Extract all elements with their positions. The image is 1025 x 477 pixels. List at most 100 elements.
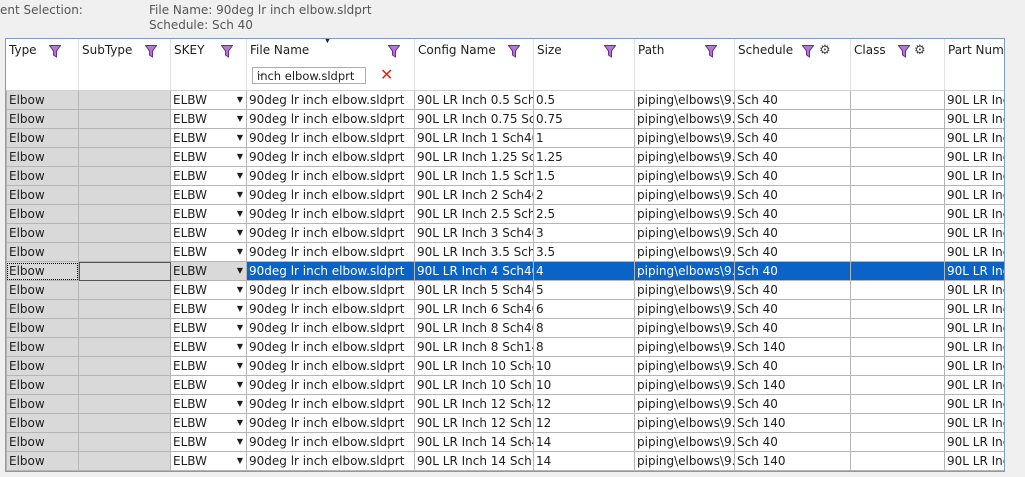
config-name-cell[interactable]: 90L LR Inch 12 Sch1... — [415, 414, 534, 433]
path-cell[interactable]: piping\elbows\9... — [635, 224, 735, 243]
skey-cell[interactable]: ELBW ▼ — [171, 167, 247, 186]
class-cell[interactable] — [851, 300, 945, 319]
file-name-cell[interactable]: 90deg lr inch elbow.sldprt — [247, 338, 415, 357]
type-cell[interactable]: Elbow — [6, 129, 79, 148]
file-name-cell[interactable]: 90deg lr inch elbow.sldprt — [247, 148, 415, 167]
dropdown-arrow-icon[interactable]: ▼ — [237, 262, 243, 280]
config-name-cell[interactable]: 90L LR Inch 3.5 Sch40 — [415, 243, 534, 262]
column-header-config-name[interactable]: Config Name — [415, 39, 534, 90]
part-number-cell[interactable]: 90L LR Inch — [945, 148, 1004, 167]
file-name-cell[interactable]: 90deg lr inch elbow.sldprt — [247, 262, 415, 281]
path-cell[interactable]: piping\elbows\9... — [635, 376, 735, 395]
schedule-cell[interactable]: Sch 40 — [735, 300, 851, 319]
clear-filter-icon[interactable]: ✕ — [380, 65, 393, 84]
path-cell[interactable]: piping\elbows\9... — [635, 452, 735, 471]
table-row[interactable]: Elbow ELBW ▼ 90deg lr inch elbow.sldprt 90L … — [6, 243, 1004, 262]
file-name-cell[interactable]: 90deg lr inch elbow.sldprt — [247, 319, 415, 338]
part-number-cell[interactable]: 90L LR Inch — [945, 243, 1004, 262]
type-cell[interactable]: Elbow — [6, 300, 79, 319]
column-header-subtype[interactable]: SubType — [79, 39, 171, 90]
schedule-cell[interactable]: Sch 40 — [735, 167, 851, 186]
skey-cell[interactable]: ELBW ▼ — [171, 300, 247, 319]
part-number-cell[interactable]: 90L LR Inch — [945, 167, 1004, 186]
path-cell[interactable]: piping\elbows\9... — [635, 148, 735, 167]
schedule-cell[interactable]: Sch 140 — [735, 338, 851, 357]
class-cell[interactable] — [851, 262, 945, 281]
schedule-cell[interactable]: Sch 140 — [735, 376, 851, 395]
skey-cell[interactable]: ELBW ▼ — [171, 205, 247, 224]
dropdown-arrow-icon[interactable]: ▼ — [237, 281, 243, 299]
subtype-cell[interactable] — [79, 414, 171, 433]
column-header-part-number[interactable]: Part Numb — [945, 39, 1004, 90]
size-cell[interactable]: 2.5 — [534, 205, 635, 224]
table-row[interactable]: Elbow ELBW ▼ 90deg lr inch elbow.sldprt 90L … — [6, 433, 1004, 452]
column-header-path[interactable]: Path — [635, 39, 735, 90]
schedule-cell[interactable]: Sch 40 — [735, 224, 851, 243]
dropdown-arrow-icon[interactable]: ▼ — [237, 319, 243, 337]
column-header-file-name[interactable]: ▼ File Name inch elbow.sldprt ⌵ ✕ — [247, 39, 415, 90]
class-cell[interactable] — [851, 357, 945, 376]
filter-icon[interactable] — [388, 45, 400, 58]
subtype-cell[interactable] — [79, 186, 171, 205]
dropdown-arrow-icon[interactable]: ▼ — [237, 110, 243, 128]
gear-icon[interactable]: ⚙ — [914, 43, 926, 58]
path-cell[interactable]: piping\elbows\9... — [635, 205, 735, 224]
type-cell[interactable]: Elbow — [6, 338, 79, 357]
path-cell[interactable]: piping\elbows\9... — [635, 433, 735, 452]
skey-cell[interactable]: ELBW ▼ — [171, 243, 247, 262]
schedule-cell[interactable]: Sch 40 — [735, 148, 851, 167]
skey-cell[interactable]: ELBW ▼ — [171, 281, 247, 300]
size-cell[interactable]: 14 — [534, 433, 635, 452]
filter-icon[interactable] — [145, 45, 157, 58]
parts-grid[interactable]: Type SubType SKEY ▼ File Name inch elbow… — [5, 38, 1005, 472]
subtype-cell[interactable] — [79, 395, 171, 414]
size-cell[interactable]: 3.5 — [534, 243, 635, 262]
subtype-cell[interactable] — [79, 338, 171, 357]
class-cell[interactable] — [851, 129, 945, 148]
skey-cell[interactable]: ELBW ▼ — [171, 129, 247, 148]
type-cell[interactable]: Elbow — [6, 186, 79, 205]
filter-icon[interactable] — [49, 45, 61, 58]
skey-cell[interactable]: ELBW ▼ — [171, 91, 247, 110]
type-cell[interactable]: Elbow — [6, 395, 79, 414]
dropdown-arrow-icon[interactable]: ▼ — [237, 167, 243, 185]
schedule-cell[interactable]: Sch 40 — [735, 395, 851, 414]
subtype-cell[interactable] — [79, 243, 171, 262]
path-cell[interactable]: piping\elbows\9... — [635, 281, 735, 300]
type-cell[interactable]: Elbow — [6, 376, 79, 395]
size-cell[interactable]: 3 — [534, 224, 635, 243]
class-cell[interactable] — [851, 395, 945, 414]
size-cell[interactable]: 2 — [534, 186, 635, 205]
file-name-cell[interactable]: 90deg lr inch elbow.sldprt — [247, 281, 415, 300]
subtype-cell[interactable] — [79, 224, 171, 243]
dropdown-arrow-icon[interactable]: ▼ — [237, 338, 243, 356]
type-cell[interactable]: Elbow — [6, 205, 79, 224]
dropdown-arrow-icon[interactable]: ▼ — [237, 91, 243, 109]
dropdown-arrow-icon[interactable]: ▼ — [237, 376, 243, 394]
skey-cell[interactable]: ELBW ▼ — [171, 414, 247, 433]
schedule-cell[interactable]: Sch 40 — [735, 186, 851, 205]
table-row[interactable]: Elbow ELBW ▼ 90deg lr inch elbow.sldprt 90L … — [6, 205, 1004, 224]
file-name-cell[interactable]: 90deg lr inch elbow.sldprt — [247, 129, 415, 148]
type-cell[interactable]: Elbow — [6, 281, 79, 300]
config-name-cell[interactable]: 90L LR Inch 1 Sch40 — [415, 129, 534, 148]
table-row[interactable]: Elbow ELBW ▼ 90deg lr inch elbow.sldprt 90L … — [6, 357, 1004, 376]
type-cell[interactable]: Elbow — [6, 414, 79, 433]
skey-cell[interactable]: ELBW ▼ — [171, 186, 247, 205]
class-cell[interactable] — [851, 186, 945, 205]
column-header-size[interactable]: Size — [534, 39, 635, 90]
subtype-cell[interactable] — [79, 110, 171, 129]
skey-cell[interactable]: ELBW ▼ — [171, 395, 247, 414]
skey-cell[interactable]: ELBW ▼ — [171, 452, 247, 471]
filter-icon[interactable] — [508, 45, 520, 58]
config-name-cell[interactable]: 90L LR Inch 8 Sch140 — [415, 338, 534, 357]
table-row[interactable]: Elbow ELBW ▼ 90deg lr inch elbow.sldprt 90L … — [6, 319, 1004, 338]
class-cell[interactable] — [851, 243, 945, 262]
type-cell[interactable]: Elbow — [6, 357, 79, 376]
file-name-cell[interactable]: 90deg lr inch elbow.sldprt — [247, 395, 415, 414]
path-cell[interactable]: piping\elbows\9... — [635, 395, 735, 414]
config-name-cell[interactable]: 90L LR Inch 2 Sch40 — [415, 186, 534, 205]
filter-icon[interactable] — [604, 45, 616, 58]
subtype-cell[interactable] — [79, 452, 171, 471]
file-name-cell[interactable]: 90deg lr inch elbow.sldprt — [247, 357, 415, 376]
